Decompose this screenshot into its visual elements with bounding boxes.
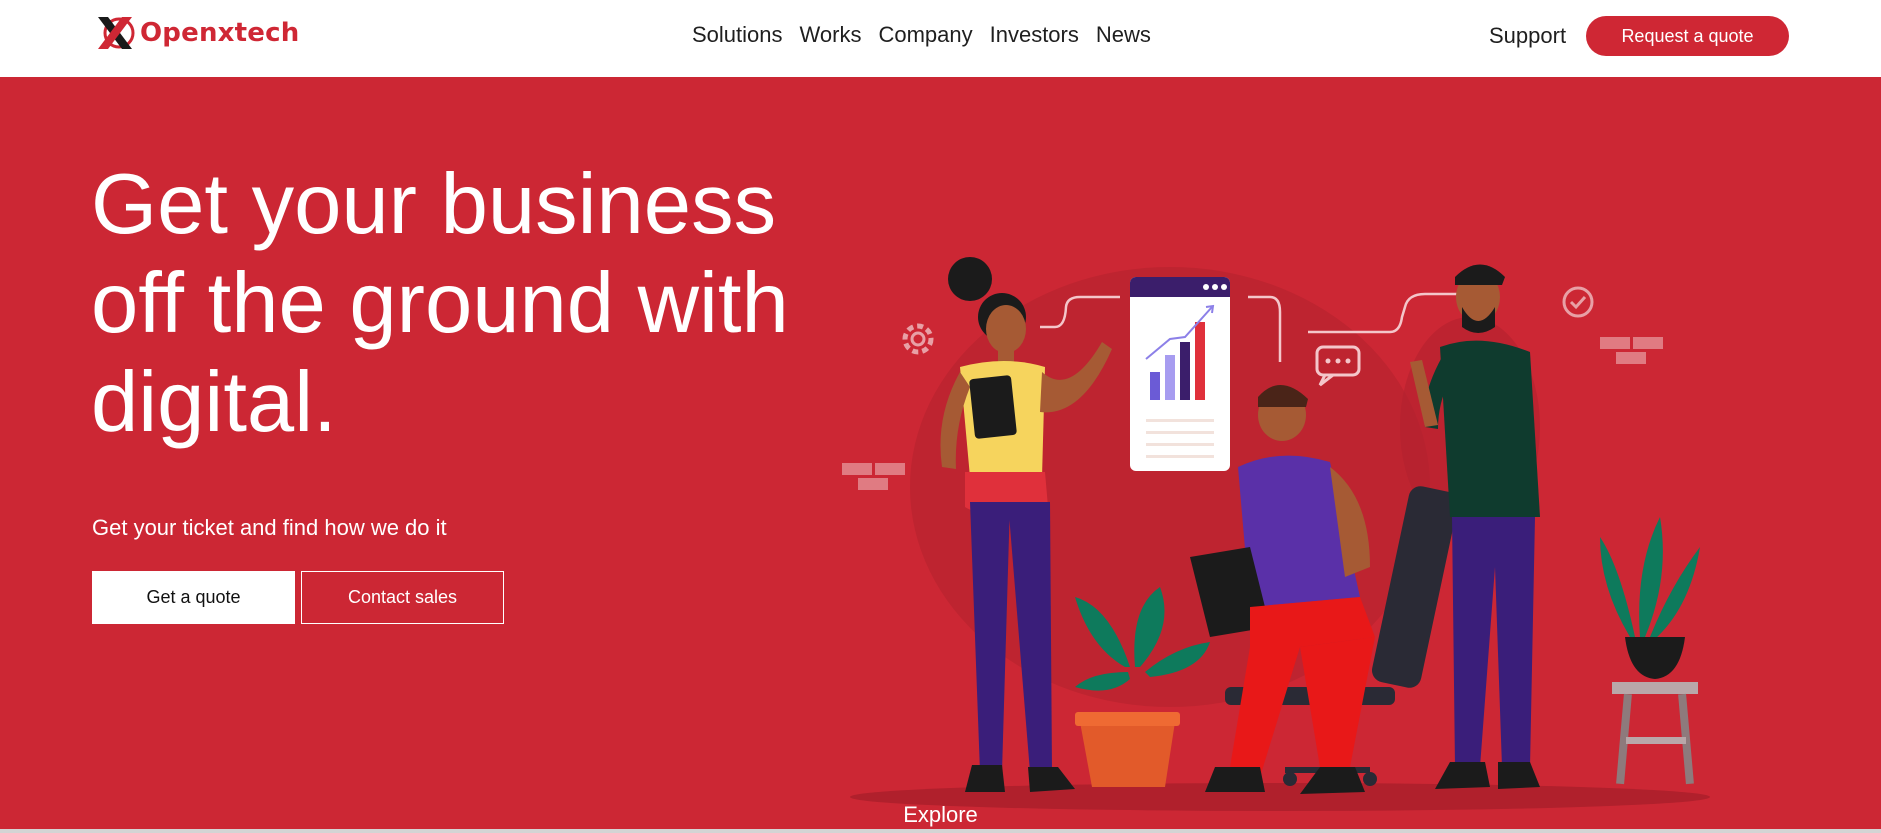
nav-investors[interactable]: Investors: [990, 22, 1079, 48]
hero-title-line: off the ground with: [91, 256, 789, 351]
hero-title-line: digital.: [91, 355, 337, 450]
main-nav: Solutions Works Company Investors News: [692, 22, 1168, 48]
hero-title-line: Get your business: [91, 157, 777, 252]
nav-company[interactable]: Company: [878, 22, 972, 48]
brand-name: Openxtech: [140, 18, 300, 48]
contact-sales-button[interactable]: Contact sales: [301, 571, 504, 624]
brand-logo[interactable]: Openxtech: [96, 13, 299, 53]
hero-title: Get your business off the ground with di…: [91, 155, 851, 452]
nav-news[interactable]: News: [1096, 22, 1151, 48]
hero-section: Get your business off the ground with di…: [0, 77, 1881, 829]
nav-solutions[interactable]: Solutions: [692, 22, 783, 48]
nav-works[interactable]: Works: [800, 22, 862, 48]
support-link[interactable]: Support: [1489, 23, 1566, 49]
gear-icon: [902, 323, 934, 355]
site-header: Openxtech Solutions Works Company Invest…: [0, 0, 1881, 77]
hero-tagline: Get your ticket and find how we do it: [92, 515, 447, 540]
explore-link[interactable]: Explore: [0, 802, 1881, 828]
x-logo-icon: [98, 17, 135, 49]
get-quote-button[interactable]: Get a quote: [92, 571, 295, 624]
page-bottom-border: [0, 829, 1881, 833]
potted-plant-on-stool: [1600, 517, 1700, 785]
request-quote-button[interactable]: Request a quote: [1586, 16, 1789, 56]
check-icon: [1562, 286, 1594, 318]
analytics-card: [1130, 277, 1230, 471]
team-working-illustration: [842, 257, 1710, 811]
